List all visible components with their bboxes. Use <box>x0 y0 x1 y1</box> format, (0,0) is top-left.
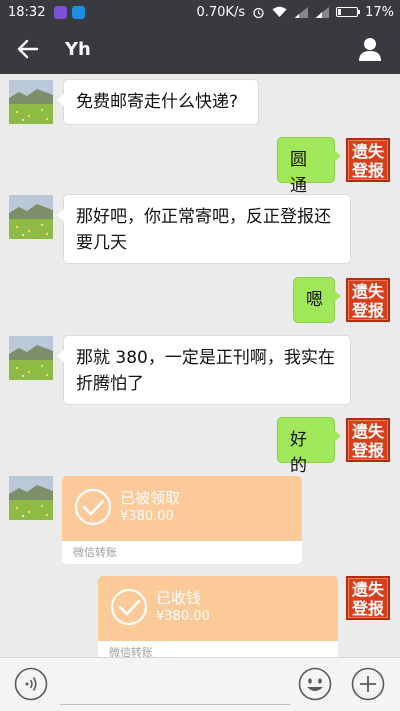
alarm-icon <box>253 7 264 18</box>
chat-title: Yh <box>65 38 91 60</box>
profile-button[interactable] <box>356 35 384 63</box>
message-text: 圆通 <box>290 150 307 196</box>
message-bubble-outgoing[interactable]: 好的 <box>277 417 341 476</box>
stamp-text-top: 遗失 <box>351 142 384 161</box>
message-text: 好的 <box>290 430 307 476</box>
message-bubble-outgoing[interactable]: 圆通 <box>277 137 341 196</box>
message-bubble-incoming[interactable]: 那好吧，你正常寄吧，反正登报还要几天 <box>57 194 351 264</box>
message-input[interactable] <box>60 666 290 705</box>
emoji-button[interactable] <box>298 667 332 701</box>
blue-app-icon <box>72 5 86 19</box>
status-bar: 18:32 0.70K/s 17% <box>0 0 400 24</box>
message-text: 免费邮寄走什么快递? <box>76 92 239 112</box>
more-button[interactable] <box>351 667 385 701</box>
transfer-footer: 微信转账 <box>98 641 338 657</box>
plus-icon <box>351 667 385 701</box>
sender-avatar-stamp[interactable]: 遗失 登报 <box>346 278 390 322</box>
stamp-text-top: 遗失 <box>351 422 384 441</box>
message-text: 嗯 <box>306 290 323 310</box>
sender-avatar-stamp[interactable]: 遗失 登报 <box>346 138 390 182</box>
input-bar <box>0 657 400 711</box>
contact-avatar[interactable] <box>9 80 53 124</box>
contact-avatar[interactable] <box>9 195 53 239</box>
voice-button[interactable] <box>14 667 48 701</box>
transfer-amount: ¥380.00 <box>120 509 174 524</box>
message-bubble-incoming[interactable]: 免费邮寄走什么快递? <box>57 79 259 125</box>
message-text: 那好吧，你正常寄吧，反正登报还要几天 <box>76 207 331 253</box>
purple-app-icon <box>54 5 68 19</box>
wifi-icon <box>272 6 287 17</box>
chat-area[interactable]: 免费邮寄走什么快递? 圆通 遗失 登报 那好吧，你正常寄吧，反正登报还要几天 嗯… <box>0 74 400 657</box>
emoji-icon <box>298 667 332 701</box>
check-circle-icon <box>74 488 112 526</box>
transfer-card-sent[interactable]: 已收钱 ¥380.00 微信转账 <box>98 576 338 657</box>
sender-avatar-stamp[interactable]: 遗失 登报 <box>346 418 390 462</box>
check-circle-icon <box>110 588 148 626</box>
message-bubble-incoming[interactable]: 那就 380，一定是正刊啊，我实在折腾怕了 <box>57 335 351 405</box>
signal-icon-2 <box>315 6 330 18</box>
back-button[interactable] <box>13 34 43 64</box>
message-bubble-outgoing[interactable]: 嗯 <box>293 277 341 323</box>
stamp-text-bottom: 登报 <box>351 599 384 618</box>
message-text: 那就 380，一定是正刊啊，我实在折腾怕了 <box>76 348 335 394</box>
person-icon <box>359 38 381 61</box>
status-time: 18:32 <box>8 4 46 20</box>
transfer-status: 已收钱 <box>156 589 202 607</box>
sender-avatar-stamp[interactable]: 遗失 登报 <box>346 576 390 620</box>
stamp-text-top: 遗失 <box>351 580 384 599</box>
signal-icon-1 <box>294 6 309 18</box>
network-speed: 0.70K/s <box>196 4 246 20</box>
contact-avatar[interactable] <box>9 476 53 520</box>
transfer-footer: 微信转账 <box>62 541 302 564</box>
stamp-text-bottom: 登报 <box>351 161 384 180</box>
arrow-left-icon <box>17 39 39 59</box>
stamp-text-bottom: 登报 <box>351 301 384 320</box>
transfer-status: 已被领取 <box>120 489 181 507</box>
transfer-card-received[interactable]: 已被领取 ¥380.00 微信转账 <box>62 476 302 564</box>
stamp-text-top: 遗失 <box>351 282 384 301</box>
voice-icon <box>14 667 48 701</box>
transfer-amount: ¥380.00 <box>156 609 210 624</box>
battery-icon <box>336 7 361 17</box>
stamp-text-bottom: 登报 <box>351 441 384 460</box>
title-bar: Yh <box>0 24 400 74</box>
battery-percent: 17% <box>365 4 394 20</box>
contact-avatar[interactable] <box>9 336 53 380</box>
